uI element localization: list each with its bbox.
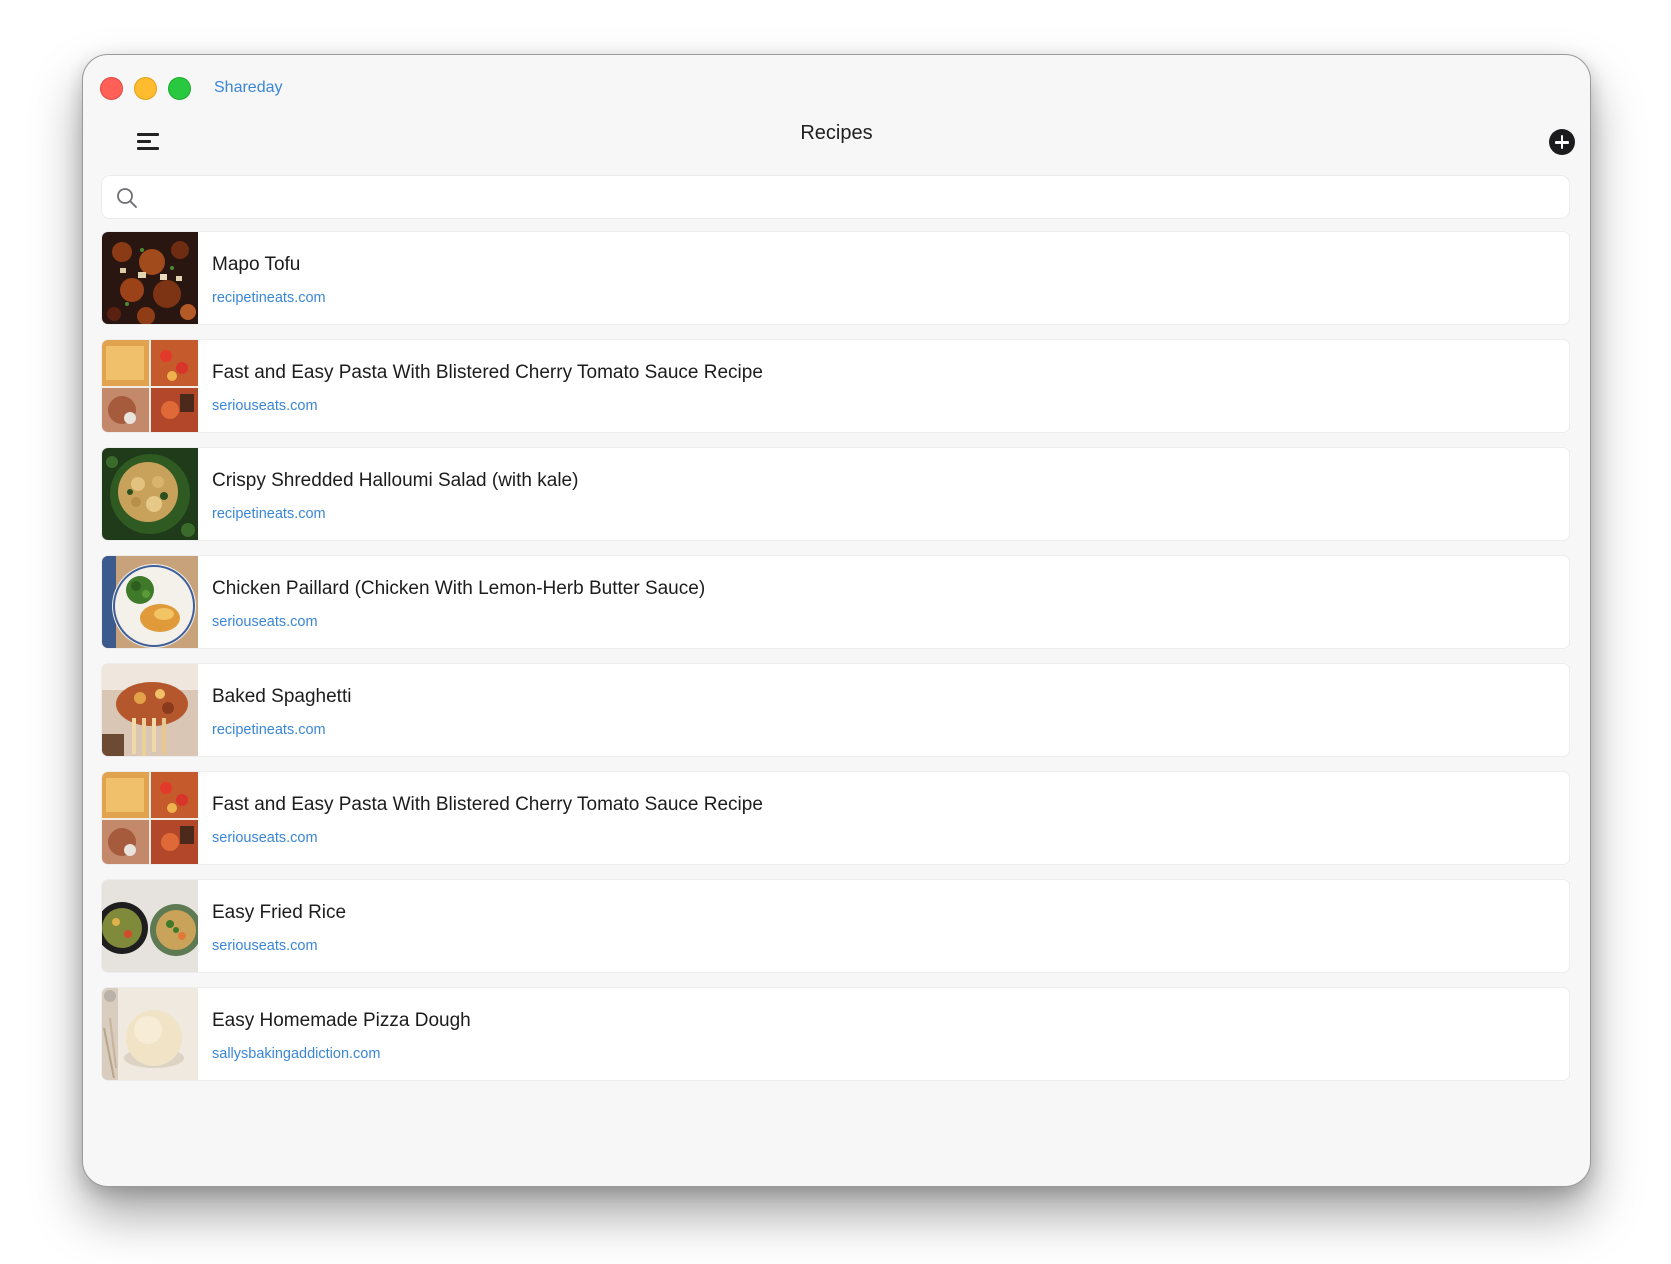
- search-input[interactable]: [150, 176, 1554, 220]
- search-icon: [117, 188, 137, 208]
- recipe-title: Mapo Tofu: [212, 254, 301, 275]
- maximize-window-button[interactable]: [168, 77, 191, 100]
- recipe-title: Fast and Easy Pasta With Blistered Cherr…: [212, 362, 763, 383]
- recipe-source-link[interactable]: recipetineats.com: [212, 290, 326, 306]
- minimize-window-button[interactable]: [134, 77, 157, 100]
- recipe-row[interactable]: Fast and Easy Pasta With Blistered Cherr…: [101, 339, 1570, 433]
- recipe-thumbnail: [102, 664, 198, 756]
- recipe-row[interactable]: Fast and Easy Pasta With Blistered Cherr…: [101, 771, 1570, 865]
- recipe-thumbnail: [102, 340, 198, 432]
- recipe-title: Fast and Easy Pasta With Blistered Cherr…: [212, 794, 763, 815]
- app-name: Shareday: [214, 79, 283, 96]
- recipe-source-link[interactable]: recipetineats.com: [212, 722, 326, 738]
- recipe-row[interactable]: Easy Homemade Pizza Dough sallysbakingad…: [101, 987, 1570, 1081]
- search-bar: [101, 175, 1570, 220]
- recipe-row[interactable]: Crispy Shredded Halloumi Salad (with kal…: [101, 447, 1570, 541]
- recipe-title: Easy Fried Rice: [212, 902, 347, 923]
- recipe-source-link[interactable]: seriouseats.com: [212, 614, 318, 630]
- recipe-source-link[interactable]: sallysbakingaddiction.com: [212, 1046, 380, 1062]
- recipe-thumbnail: [102, 988, 198, 1080]
- page-title: Recipes: [800, 122, 873, 144]
- recipe-title: Baked Spaghetti: [212, 686, 352, 707]
- close-window-button[interactable]: [100, 77, 123, 100]
- recipe-title: Crispy Shredded Halloumi Salad (with kal…: [212, 470, 579, 491]
- app-window: Shareday Recipes Mapo Tofu recipetineats…: [82, 54, 1591, 1187]
- recipe-source-link[interactable]: seriouseats.com: [212, 398, 318, 414]
- recipe-row[interactable]: Baked Spaghetti recipetineats.com: [101, 663, 1570, 757]
- recipe-row[interactable]: Easy Fried Rice seriouseats.com: [101, 879, 1570, 973]
- recipe-row[interactable]: Mapo Tofu recipetineats.com: [101, 231, 1570, 325]
- recipe-list: Mapo Tofu recipetineats.com Fast and Eas…: [101, 231, 1570, 1095]
- toolbar: Recipes: [83, 115, 1590, 175]
- add-recipe-button[interactable]: [1549, 129, 1575, 155]
- recipe-thumbnail: [102, 772, 198, 864]
- recipe-thumbnail: [102, 556, 198, 648]
- recipe-thumbnail: [102, 232, 198, 324]
- recipe-thumbnail: [102, 448, 198, 540]
- recipe-title: Chicken Paillard (Chicken With Lemon-Her…: [212, 578, 706, 599]
- recipe-source-link[interactable]: recipetineats.com: [212, 506, 326, 522]
- title-bar: Shareday: [83, 55, 1590, 115]
- recipe-source-link[interactable]: seriouseats.com: [212, 830, 318, 846]
- recipe-row[interactable]: Chicken Paillard (Chicken With Lemon-Her…: [101, 555, 1570, 649]
- recipe-source-link[interactable]: seriouseats.com: [212, 938, 318, 954]
- recipe-title: Easy Homemade Pizza Dough: [212, 1010, 471, 1031]
- recipe-thumbnail: [102, 880, 198, 972]
